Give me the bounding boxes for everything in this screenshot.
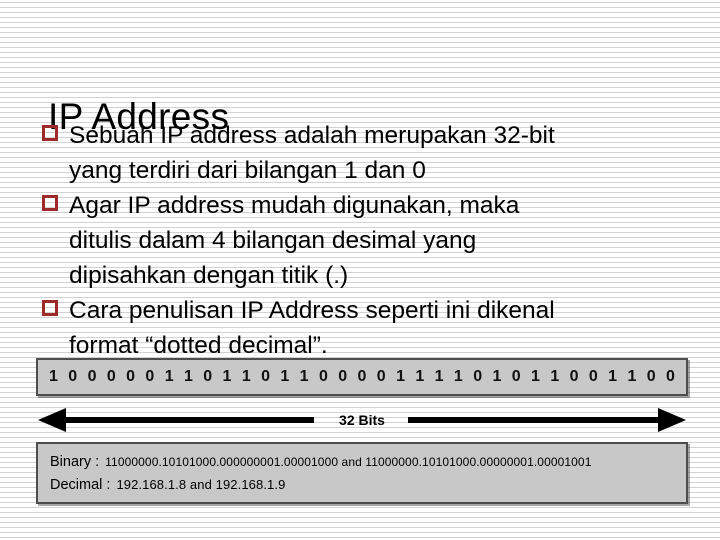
bit-digit: 0 [357, 368, 367, 385]
bit-digit: 0 [646, 368, 656, 385]
bit-digit: 0 [261, 368, 270, 385]
presentation-slide: IP Address Sebuah IP address adalah meru… [0, 0, 720, 540]
list-item: Sebuah IP address adalah merupakan 32-bi… [42, 118, 692, 188]
bit-digit: 1 [550, 368, 560, 385]
bit-digit: 0 [126, 368, 136, 385]
decimal-line: Decimal : 192.168.1.8 and 192.168.1.9 [50, 477, 674, 493]
bit-width-arrow: 32 Bits [36, 402, 688, 438]
binary-value: 11000000.10101000.000000001.00001000 and… [105, 455, 592, 469]
address-example-box: Binary : 11000000.10101000.000000001.000… [36, 442, 688, 504]
decimal-label: Decimal : [50, 477, 111, 493]
bit-digit: 1 [183, 368, 193, 385]
bit-digit: 0 [87, 368, 97, 385]
bit-digit: 1 [453, 368, 463, 385]
binary-label: Binary : [50, 454, 100, 470]
bit-digit: 0 [588, 368, 598, 385]
square-bullet-icon [42, 125, 58, 141]
bit-digit: 1 [492, 368, 502, 385]
bit-digit: 1 [241, 368, 251, 385]
bit-digit: 1 [280, 368, 290, 385]
bit-digit: 1 [627, 368, 637, 385]
bit-digit: 1 [434, 368, 444, 385]
bit-digit: 1 [49, 368, 58, 385]
ip-address-diagram: 100000110110110000111101011001100 32 Bit… [36, 358, 688, 504]
bit-digit: 0 [203, 368, 213, 385]
bullet-list: Sebuah IP address adalah merupakan 32-bi… [42, 118, 692, 363]
bit-width-label: 32 Bits [339, 412, 385, 428]
list-item: Cara penulisan IP Address seperti ini di… [42, 293, 692, 363]
bit-digit: 0 [473, 368, 483, 385]
bit-digit: 0 [106, 368, 116, 385]
bit-digit: 0 [338, 368, 348, 385]
list-item-text: Cara penulisan IP Address seperti ini di… [69, 297, 555, 359]
bit-digit: 0 [569, 368, 579, 385]
bit-digit: 0 [68, 368, 78, 385]
bit-digit: 1 [531, 368, 540, 385]
bit-digit: 1 [415, 368, 425, 385]
square-bullet-icon [42, 300, 58, 316]
decimal-value: 192.168.1.8 and 192.168.1.9 [116, 477, 286, 492]
bit-digit: 0 [666, 368, 675, 385]
bit-digit: 1 [299, 368, 309, 385]
square-bullet-icon [42, 195, 58, 211]
list-item-text: Agar IP address mudah digunakan, maka di… [69, 192, 520, 289]
bit-digit: 0 [511, 368, 521, 385]
binary-line: Binary : 11000000.10101000.000000001.000… [50, 454, 674, 470]
bit-digit: 1 [608, 368, 618, 385]
bit-digit: 0 [376, 368, 386, 385]
list-item: Agar IP address mudah digunakan, maka di… [42, 188, 692, 293]
list-item-text: Sebuah IP address adalah merupakan 32-bi… [69, 122, 555, 184]
bit-digit: 1 [222, 368, 232, 385]
bit-digit: 0 [145, 368, 155, 385]
bit-digit: 1 [396, 368, 405, 385]
bit-digit: 1 [164, 368, 174, 385]
bit-string-box: 100000110110110000111101011001100 [36, 358, 688, 396]
bit-digit: 0 [318, 368, 328, 385]
